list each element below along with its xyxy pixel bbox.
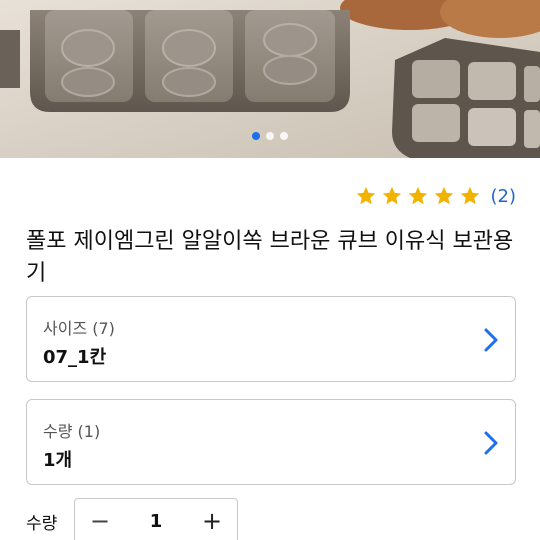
star-icon: [356, 186, 375, 205]
chevron-right-icon: [484, 328, 498, 352]
size-option-value: 07_1칸: [43, 347, 107, 368]
star-icon: [408, 186, 427, 205]
size-option-label: 사이즈 (7): [43, 319, 115, 338]
carousel-dot-3[interactable]: [280, 132, 288, 140]
size-option-select[interactable]: 사이즈 (7) 07_1칸: [26, 296, 516, 382]
star-icon: [382, 186, 401, 205]
product-title: 폴포 제이엠그린 알알이쏙 브라운 큐브 이유식 보관용기: [26, 229, 514, 286]
decrement-button[interactable]: −: [75, 499, 125, 540]
rating-summary[interactable]: (2): [355, 183, 517, 209]
increment-button[interactable]: +: [187, 499, 237, 540]
quantity-row: 수량 − 1 +: [26, 498, 238, 540]
quantity-option-label: 수량 (1): [43, 422, 101, 441]
product-image-carousel[interactable]: [0, 0, 540, 158]
quantity-option-select[interactable]: 수량 (1) 1개: [26, 399, 516, 485]
quantity-stepper[interactable]: − 1 +: [74, 498, 238, 540]
chevron-right-icon: [484, 431, 498, 455]
carousel-pagination: [0, 130, 540, 142]
star-icon: [460, 186, 479, 205]
quantity-label: 수량: [26, 513, 58, 534]
star-icon: [434, 186, 453, 205]
quantity-option-value: 1개: [43, 450, 73, 471]
carousel-dot-1[interactable]: [252, 132, 260, 140]
carousel-dot-2[interactable]: [266, 132, 274, 140]
quantity-value[interactable]: 1: [125, 499, 187, 540]
review-count-link[interactable]: (2): [491, 186, 517, 207]
